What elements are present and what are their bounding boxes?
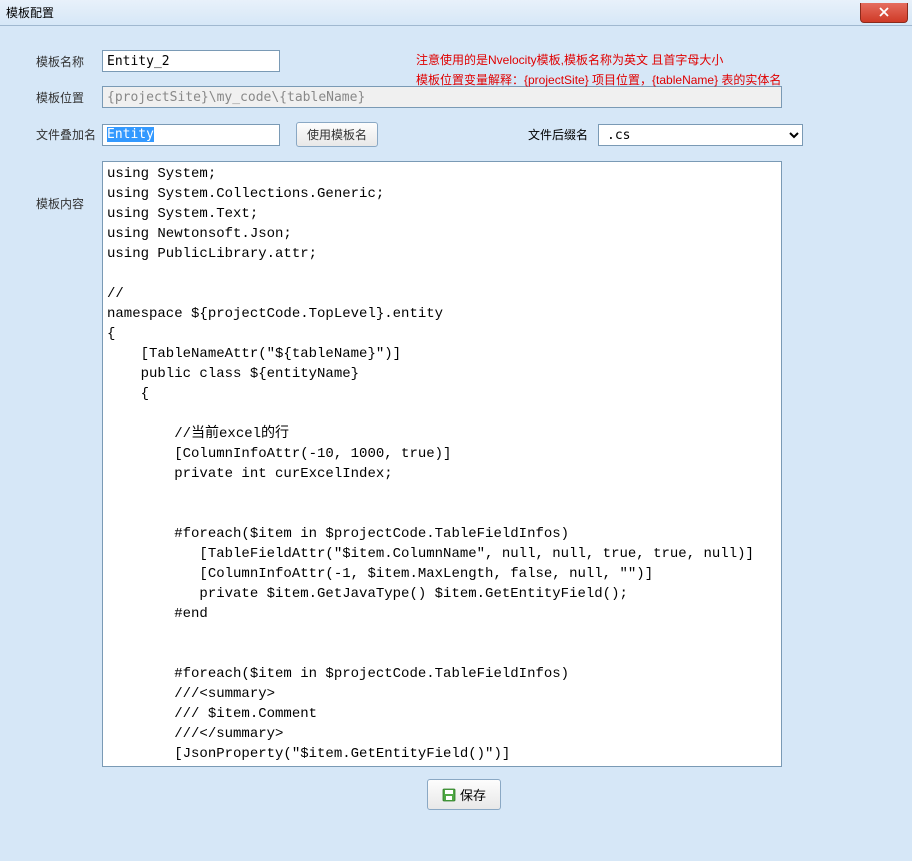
template-content-textarea[interactable]: using System; using System.Collections.G… (102, 161, 782, 767)
row-file-overlay: 文件叠加名 Entity 使用模板名 文件后缀名 .cs (36, 122, 892, 147)
code-text: using System; using System.Collections.G… (103, 162, 781, 766)
label-template-name: 模板名称 (36, 53, 102, 70)
dialog-content: 注意使用的是Nvelocity模板,模板名称为英文 且首字母大小 模板位置变量解… (0, 26, 912, 820)
label-template-content: 模板内容 (36, 161, 102, 212)
notice-line1: 注意使用的是Nvelocity模板,模板名称为英文 且首字母大小 (416, 50, 781, 70)
file-ext-select[interactable]: .cs (598, 124, 803, 146)
close-icon (878, 6, 890, 18)
label-file-ext: 文件后缀名 (528, 126, 588, 143)
label-file-overlay: 文件叠加名 (36, 126, 102, 143)
footer: 保存 (36, 779, 892, 810)
use-template-name-button[interactable]: 使用模板名 (296, 122, 378, 147)
notice-line2: 模板位置变量解释：{projectSite} 项目位置，{tableName} … (416, 70, 781, 90)
close-button[interactable] (860, 3, 908, 23)
ext-group: 文件后缀名 .cs (528, 124, 803, 146)
file-overlay-value: Entity (107, 127, 154, 142)
window-title: 模板配置 (6, 4, 54, 21)
notice-text: 注意使用的是Nvelocity模板,模板名称为英文 且首字母大小 模板位置变量解… (416, 50, 781, 90)
titlebar: 模板配置 (0, 0, 912, 26)
save-button[interactable]: 保存 (427, 779, 501, 810)
code-area: 模板内容 using System; using System.Collecti… (36, 161, 892, 767)
save-icon (442, 788, 456, 802)
save-button-label: 保存 (460, 785, 486, 804)
file-overlay-input[interactable]: Entity (102, 124, 280, 146)
template-name-input[interactable] (102, 50, 280, 72)
label-template-path: 模板位置 (36, 89, 102, 106)
